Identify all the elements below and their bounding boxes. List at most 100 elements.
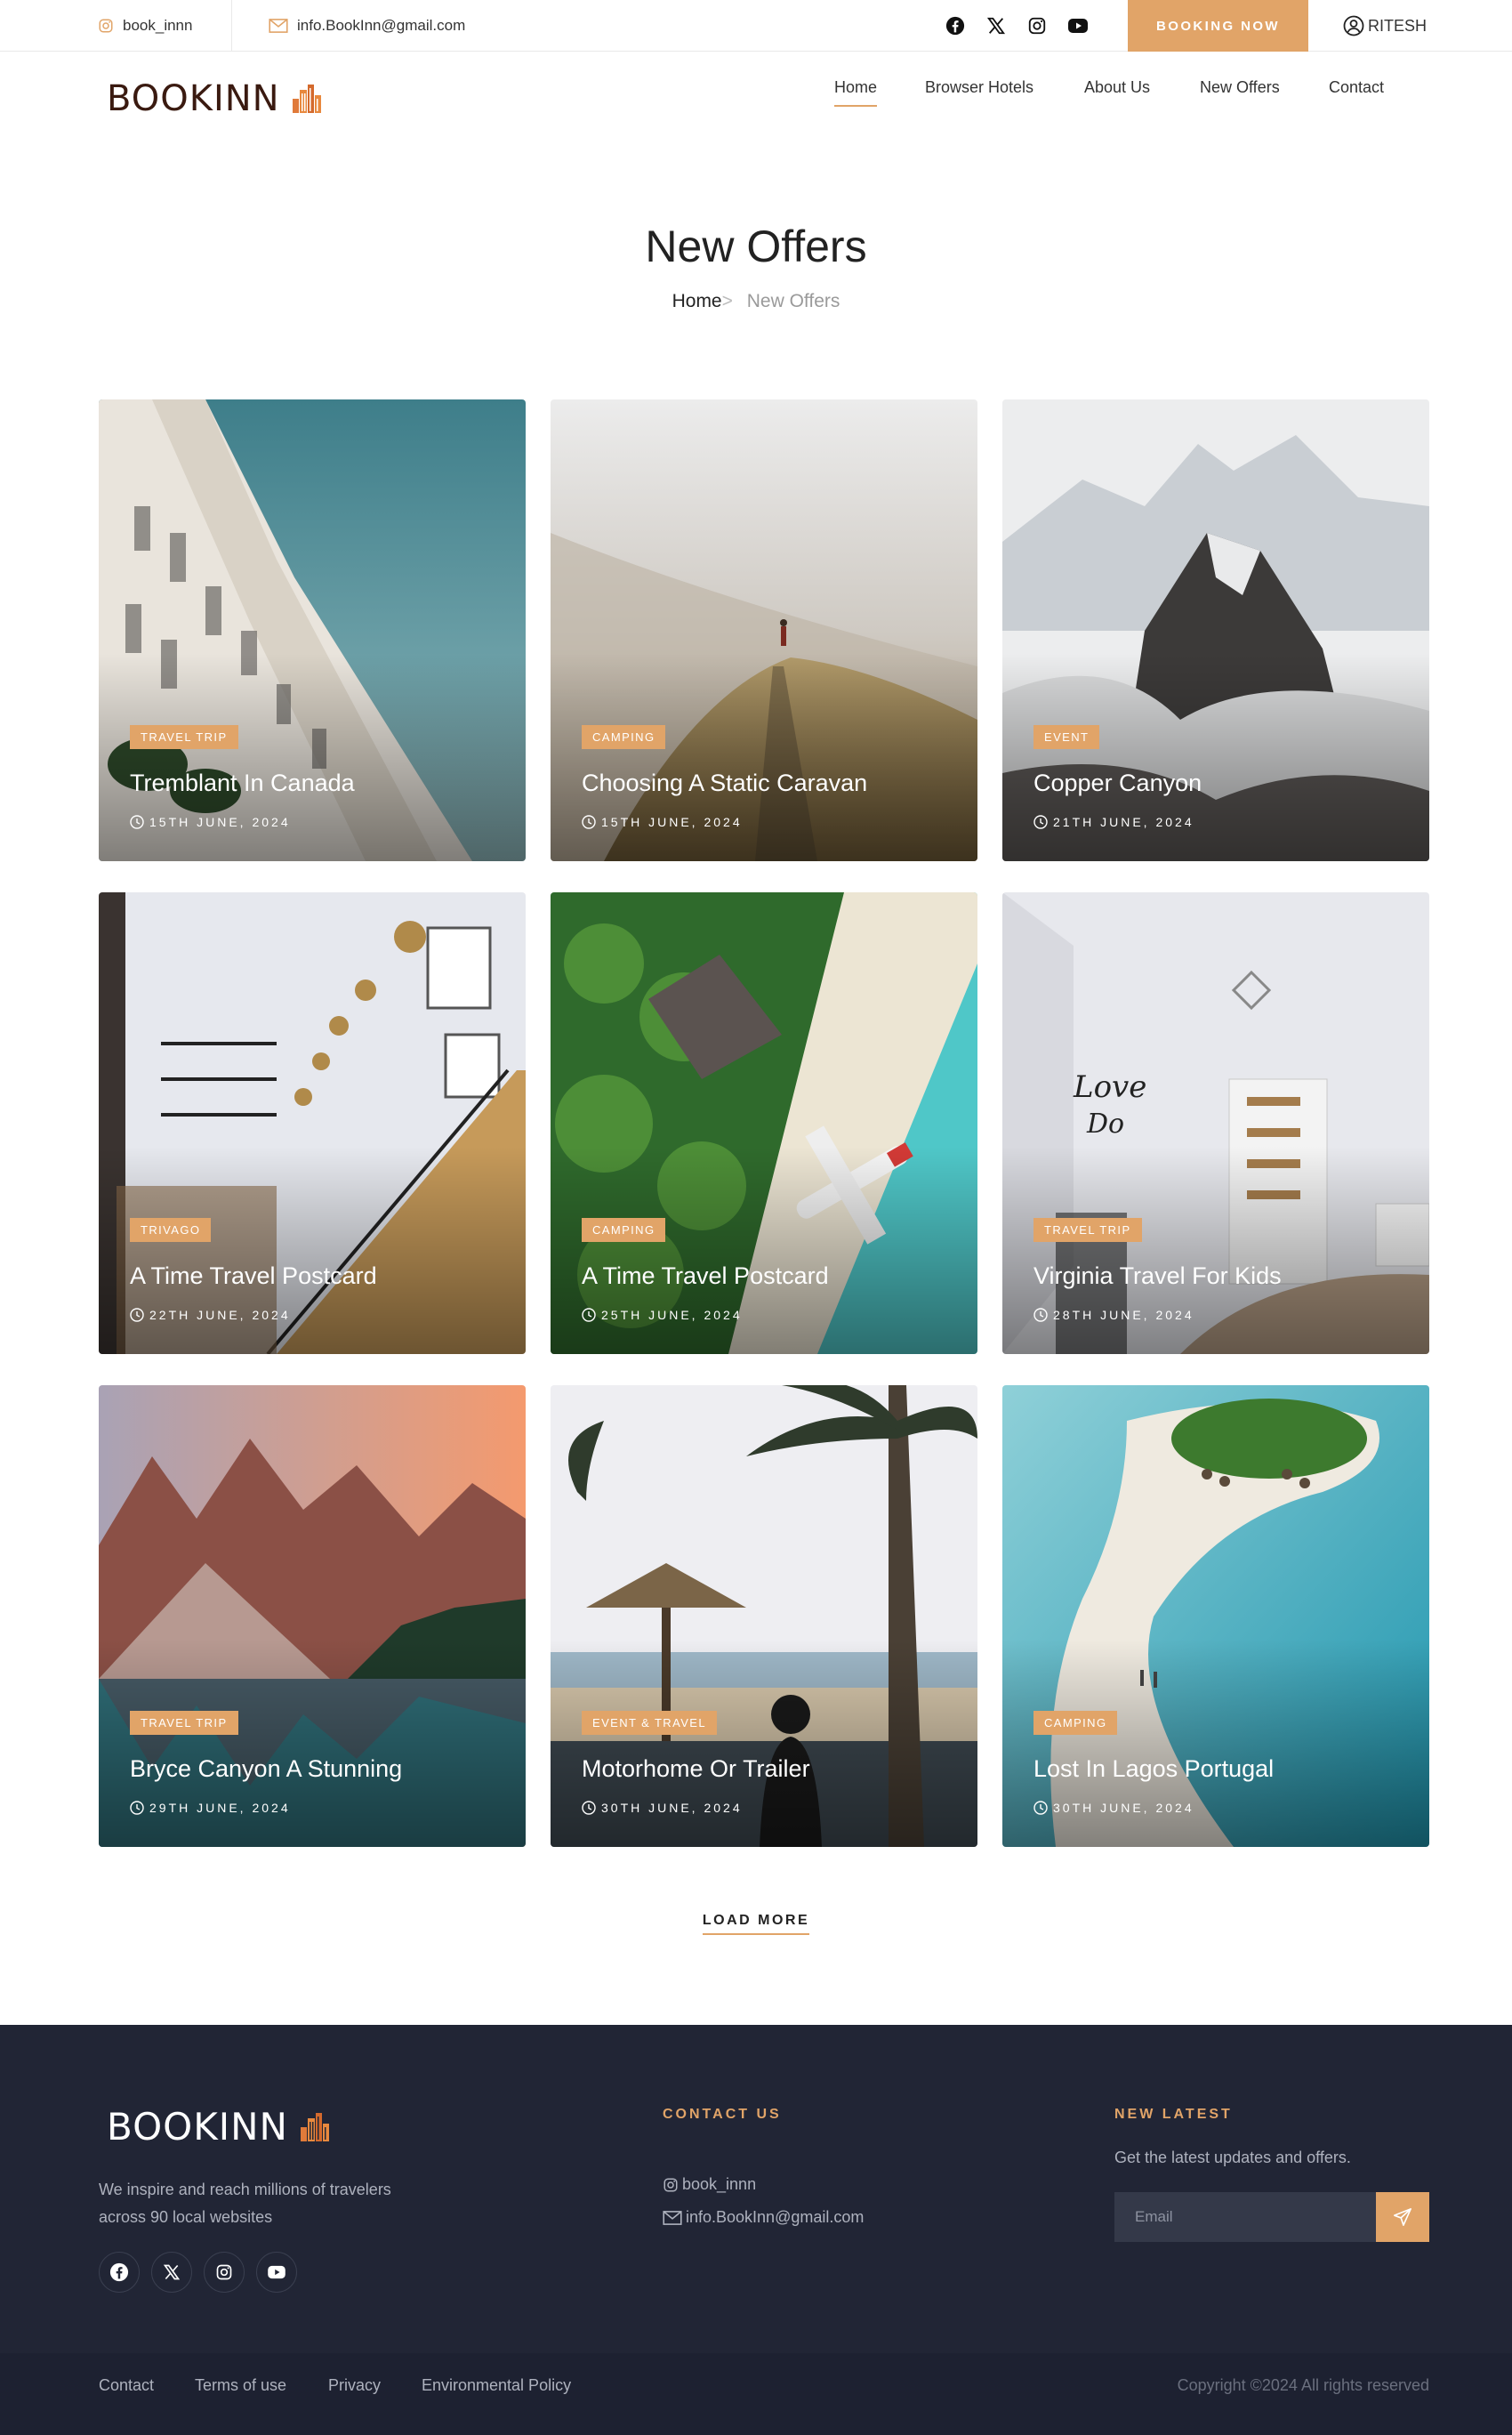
offer-date-text: 30TH JUNE, 2024 — [601, 1801, 743, 1815]
offer-card[interactable]: Love Do TRAVEL TRIP Virginia Travel For … — [1002, 892, 1429, 1354]
footer-email-text: info.BookInn@gmail.com — [686, 2208, 865, 2226]
user-account[interactable]: RITESH — [1343, 0, 1427, 52]
youtube-icon[interactable] — [256, 2252, 297, 2293]
footer-logo[interactable]: BOOKINN — [107, 2105, 331, 2149]
offer-tag: CAMPING — [1033, 1711, 1118, 1735]
instagram-icon[interactable] — [204, 2252, 245, 2293]
load-more-button[interactable]: LOAD MORE — [702, 1913, 810, 1935]
breadcrumb-home[interactable]: Home — [672, 291, 722, 311]
mail-icon — [269, 19, 288, 33]
offer-card[interactable]: EVENT Copper Canyon 21TH JUNE, 2024 — [1002, 399, 1429, 861]
clock-icon — [1033, 815, 1048, 829]
logo-text: BOOKINN — [107, 78, 280, 119]
offer-card[interactable]: CAMPING A Time Travel Postcard 25TH JUNE… — [551, 892, 977, 1354]
clock-icon — [130, 1801, 144, 1815]
x-icon[interactable] — [985, 15, 1007, 36]
offer-title[interactable]: Motorhome Or Trailer — [582, 1755, 810, 1783]
building-icon — [300, 2112, 329, 2141]
load-more-wrapper: LOAD MORE — [0, 1913, 1512, 1935]
youtube-icon[interactable] — [1067, 15, 1089, 36]
copyright: Copyright ©2024 All rights reserved — [1177, 2376, 1429, 2394]
footer-link-environmental-policy[interactable]: Environmental Policy — [422, 2376, 571, 2395]
x-icon[interactable] — [151, 2252, 192, 2293]
offer-title[interactable]: A Time Travel Postcard — [130, 1262, 377, 1290]
instagram-icon[interactable] — [1026, 15, 1048, 36]
footer-contact-heading: CONTACT US — [663, 2107, 782, 2122]
offer-date-text: 28TH JUNE, 2024 — [1053, 1308, 1194, 1322]
building-icon — [292, 85, 321, 113]
topbar-instagram[interactable]: book_innn — [98, 0, 192, 52]
offer-date: 25TH JUNE, 2024 — [582, 1308, 743, 1322]
offer-title[interactable]: Tremblant In Canada — [130, 770, 355, 797]
offer-date: 30TH JUNE, 2024 — [582, 1801, 743, 1815]
clock-icon — [582, 1801, 596, 1815]
footer-link-contact[interactable]: Contact — [99, 2376, 154, 2395]
offer-date-text: 25TH JUNE, 2024 — [601, 1308, 743, 1322]
offer-date: 30TH JUNE, 2024 — [1033, 1801, 1194, 1815]
offer-title[interactable]: Choosing A Static Caravan — [582, 770, 867, 797]
clock-icon — [130, 1308, 144, 1322]
offer-date-text: 29TH JUNE, 2024 — [149, 1801, 291, 1815]
offer-title[interactable]: Virginia Travel For Kids — [1033, 1262, 1282, 1290]
facebook-icon[interactable] — [99, 2252, 140, 2293]
offer-tag: EVENT — [1033, 725, 1100, 749]
topbar-social-links — [945, 0, 1108, 52]
footer-link-terms[interactable]: Terms of use — [195, 2376, 286, 2395]
clock-icon — [582, 815, 596, 829]
offer-title[interactable]: A Time Travel Postcard — [582, 1262, 829, 1290]
footer-link-privacy[interactable]: Privacy — [328, 2376, 381, 2395]
footer-instagram-handle: book_innn — [682, 2175, 757, 2193]
offer-card[interactable]: TRAVEL TRIP Bryce Canyon A Stunning 29TH… — [99, 1385, 526, 1847]
offer-date: 15TH JUNE, 2024 — [582, 815, 743, 829]
footer-description: We inspire and reach millions of travele… — [99, 2181, 391, 2226]
footer-newsletter-text: Get the latest updates and offers. — [1114, 2149, 1351, 2166]
offer-tag: CAMPING — [582, 1218, 666, 1242]
booking-now-button[interactable]: BOOKING NOW — [1128, 0, 1308, 52]
site-logo[interactable]: BOOKINN — [107, 78, 323, 119]
facebook-icon[interactable] — [945, 15, 966, 36]
topbar-email[interactable]: info.BookInn@gmail.com — [269, 0, 465, 52]
offer-date: 22TH JUNE, 2024 — [130, 1308, 291, 1322]
offer-card[interactable]: CAMPING Choosing A Static Caravan 15TH J… — [551, 399, 977, 861]
footer-social-links — [99, 2252, 309, 2293]
offer-tag: TRAVEL TRIP — [130, 725, 238, 749]
footer-newsletter-heading: NEW LATEST — [1114, 2107, 1233, 2122]
offer-tag: TRIVAGO — [130, 1218, 212, 1242]
newsletter-submit-button[interactable] — [1376, 2192, 1429, 2242]
nav-contact[interactable]: Contact — [1329, 78, 1384, 97]
offer-title[interactable]: Copper Canyon — [1033, 770, 1202, 797]
breadcrumb-current: New Offers — [746, 291, 840, 311]
nav-home[interactable]: Home — [834, 78, 878, 107]
offer-tag: CAMPING — [582, 725, 666, 749]
instagram-icon — [99, 19, 113, 33]
offer-date: 29TH JUNE, 2024 — [130, 1801, 291, 1815]
mail-icon — [663, 2210, 682, 2225]
breadcrumb: Home> New Offers — [0, 291, 1512, 312]
offer-card[interactable]: TRIVAGO A Time Travel Postcard 22TH JUNE… — [99, 892, 526, 1354]
offer-date-text: 15TH JUNE, 2024 — [601, 815, 743, 829]
offer-card[interactable]: CAMPING Lost In Lagos Portugal 30TH JUNE… — [1002, 1385, 1429, 1847]
offer-date: 28TH JUNE, 2024 — [1033, 1308, 1194, 1322]
clock-icon — [1033, 1308, 1048, 1322]
offer-tag: EVENT & TRAVEL — [582, 1711, 717, 1735]
offer-tag: TRAVEL TRIP — [130, 1711, 238, 1735]
offer-date-text: 15TH JUNE, 2024 — [149, 815, 291, 829]
offer-tag: TRAVEL TRIP — [1033, 1218, 1142, 1242]
user-name: RITESH — [1368, 16, 1428, 35]
newsletter-email-input[interactable] — [1114, 2192, 1376, 2242]
clock-icon — [582, 1308, 596, 1322]
footer-logo-text: BOOKINN — [107, 2105, 288, 2149]
clock-icon — [130, 815, 144, 829]
offer-title[interactable]: Lost In Lagos Portugal — [1033, 1755, 1274, 1783]
top-bar: book_innn info.BookInn@gmail.com BOOKING… — [0, 0, 1512, 52]
footer-contact-email[interactable]: info.BookInn@gmail.com — [663, 2208, 864, 2227]
breadcrumb-separator: > — [721, 291, 733, 311]
nav-new-offers[interactable]: New Offers — [1200, 78, 1280, 97]
offer-card[interactable]: EVENT & TRAVEL Motorhome Or Trailer 30TH… — [551, 1385, 977, 1847]
offer-title[interactable]: Bryce Canyon A Stunning — [130, 1755, 402, 1783]
nav-about-us[interactable]: About Us — [1084, 78, 1150, 97]
footer-contact-instagram[interactable]: book_innn — [663, 2175, 756, 2194]
send-icon — [1394, 2208, 1411, 2226]
offer-card[interactable]: TRAVEL TRIP Tremblant In Canada 15TH JUN… — [99, 399, 526, 861]
nav-browser-hotels[interactable]: Browser Hotels — [925, 78, 1033, 97]
